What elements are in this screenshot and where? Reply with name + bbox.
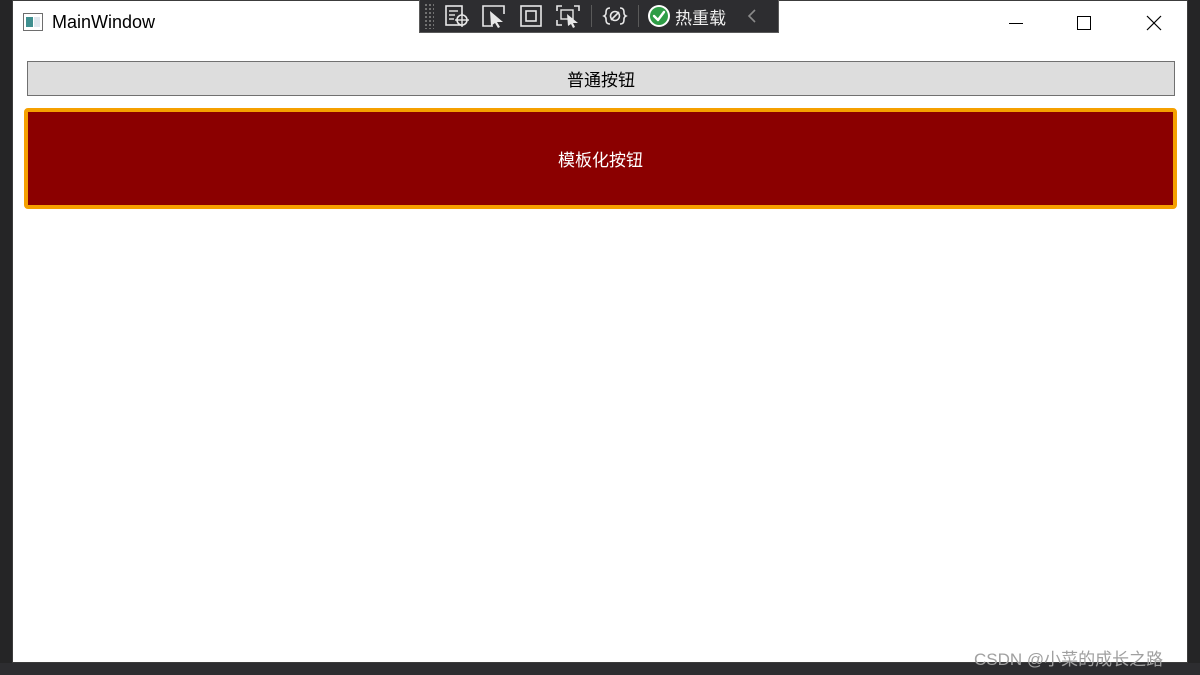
minimize-icon	[1009, 23, 1023, 24]
template-button[interactable]: 模板化按钮	[24, 108, 1177, 209]
check-circle-icon	[648, 5, 670, 27]
select-element-icon[interactable]	[480, 2, 508, 30]
hot-reload-label: 热重载	[675, 8, 726, 29]
normal-button[interactable]: 普通按钮	[27, 61, 1175, 96]
maximize-icon	[1077, 16, 1091, 30]
binding-failures-icon[interactable]	[601, 2, 629, 30]
background-ide-right-edge	[1188, 0, 1200, 675]
live-visual-tree-icon[interactable]	[443, 2, 471, 30]
track-focus-icon[interactable]	[554, 2, 582, 30]
toolbar-grip[interactable]	[424, 3, 434, 29]
toolbar-separator	[591, 5, 592, 27]
watermark: CSDN @小菜的成长之路	[974, 650, 1164, 669]
main-window: MainWindow 普通按钮 模板化按钮	[12, 0, 1188, 663]
toolbar-separator	[638, 5, 639, 27]
minimize-button[interactable]	[981, 1, 1051, 45]
close-button[interactable]	[1119, 1, 1189, 45]
close-icon	[1146, 15, 1162, 31]
display-layout-adorners-icon[interactable]	[517, 2, 545, 30]
app-window-icon	[23, 13, 43, 31]
window-title: MainWindow	[52, 12, 156, 32]
background-ide-left-edge	[0, 0, 12, 675]
debug-toolbar: 热重载	[419, 0, 779, 33]
chevron-left-icon	[747, 9, 756, 23]
maximize-button[interactable]	[1049, 1, 1119, 45]
collapse-toolbar-button[interactable]	[746, 8, 758, 24]
hot-reload-status[interactable]: 热重载	[647, 2, 726, 30]
